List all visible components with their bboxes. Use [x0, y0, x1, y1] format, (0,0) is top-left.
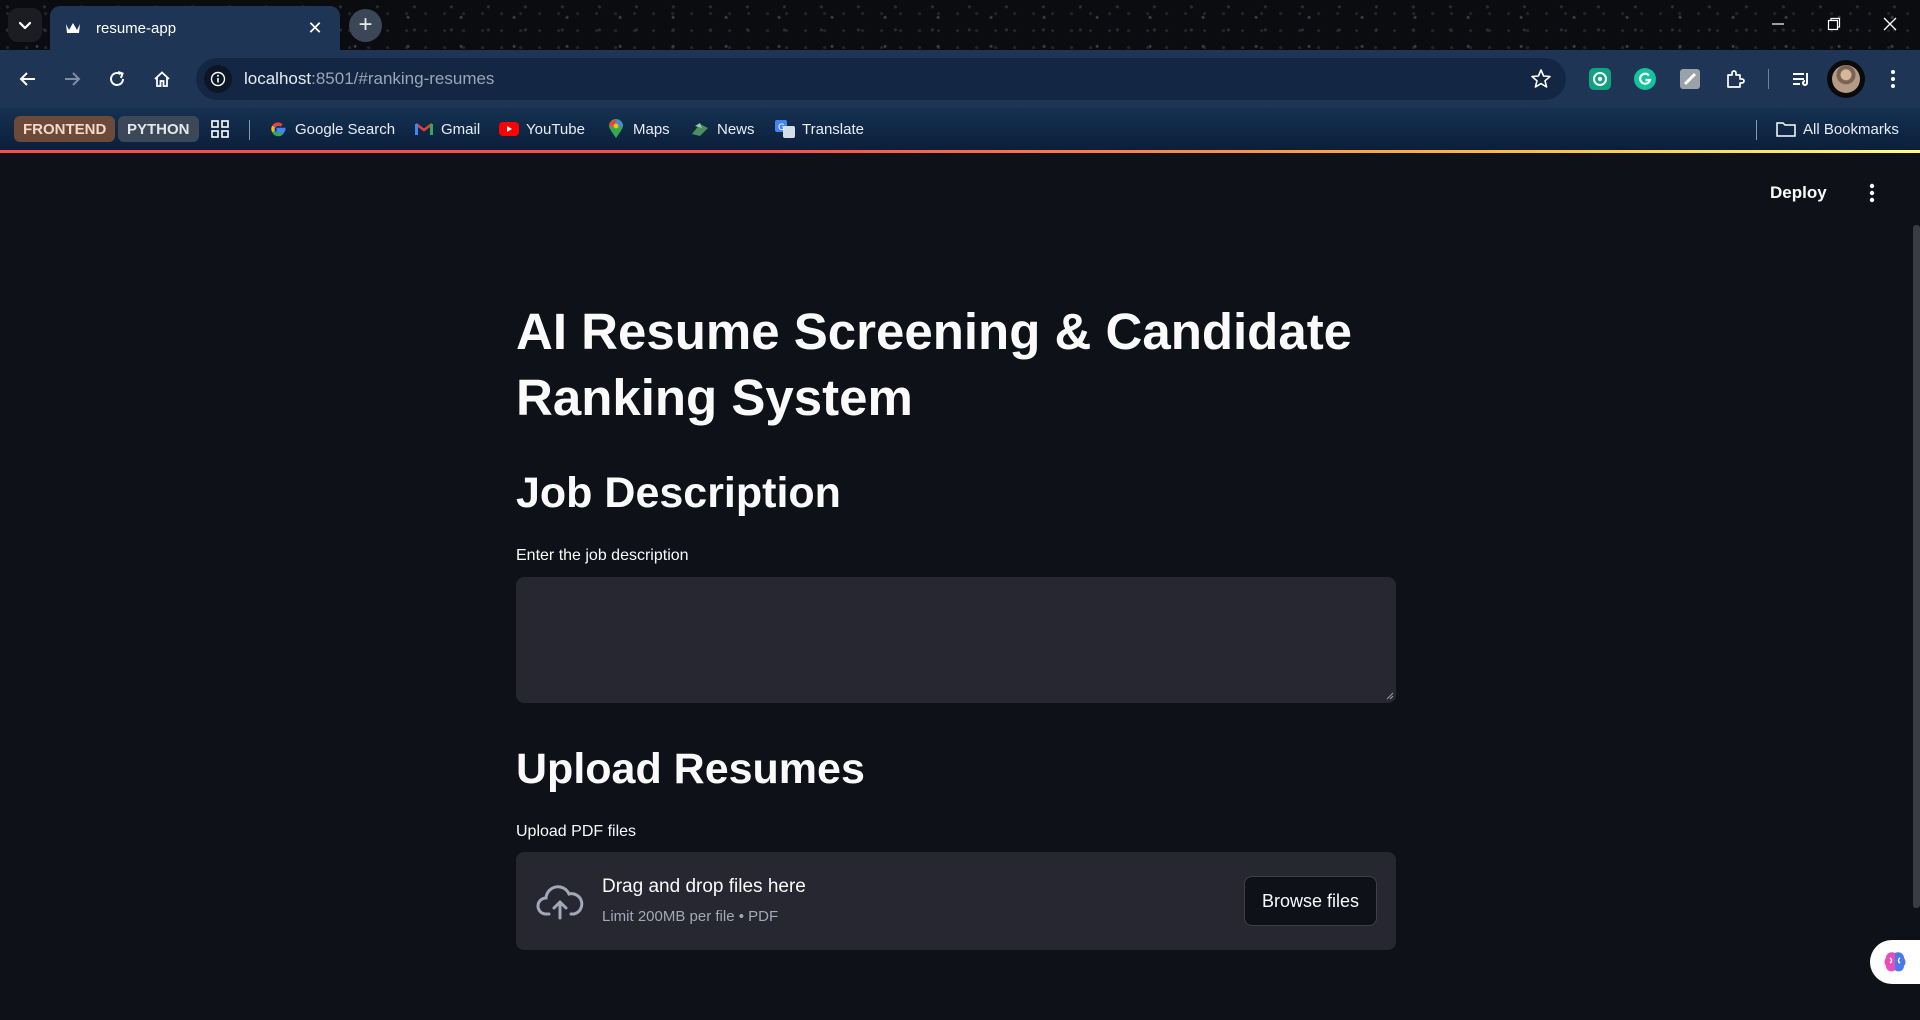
all-bookmarks-label: All Bookmarks: [1803, 120, 1899, 138]
streamlit-app: Deploy AI Resume Screening & Candidate R…: [0, 153, 1920, 1020]
svg-text:G: G: [778, 123, 785, 133]
kebab-menu-icon: [1869, 183, 1875, 203]
bookmark-label: YouTube: [526, 120, 585, 138]
dropzone-title: Drag and drop files here: [602, 876, 806, 897]
bookmark-youtube[interactable]: YouTube: [499, 116, 585, 142]
close-tab-icon[interactable]: ✕: [304, 18, 326, 39]
tab-search-button[interactable]: [8, 8, 42, 42]
bookmark-translate[interactable]: G Translate: [775, 116, 864, 142]
upload-pdf-label: Upload PDF files: [516, 823, 637, 840]
chatgpt-extension-icon[interactable]: [1585, 64, 1615, 94]
job-description-heading: Job Description: [516, 469, 841, 517]
resize-grip-icon[interactable]: [1386, 692, 1394, 700]
grammarly-extension-icon[interactable]: [1630, 64, 1660, 94]
bookmark-label: News: [717, 120, 755, 138]
brain-icon: [1884, 952, 1906, 972]
dropzone-limit-text: Limit 200MB per file • PDF: [602, 908, 779, 925]
bookmarks-bar: FRONTEND PYTHON Google Search Gmail YouT…: [0, 108, 1920, 150]
url-path: :8501/#ranking-resumes: [311, 69, 495, 88]
minimize-icon[interactable]: [1750, 0, 1806, 48]
bookmark-google-search[interactable]: Google Search: [268, 116, 395, 142]
bookmark-folder-frontend[interactable]: FRONTEND: [14, 116, 116, 142]
bookmark-divider: [249, 120, 250, 140]
home-icon: [154, 71, 170, 87]
streamlit-crown-icon: [64, 19, 82, 37]
notes-extension-icon[interactable]: [1675, 64, 1705, 94]
site-info-icon[interactable]: [204, 65, 232, 93]
bookmark-news[interactable]: News: [690, 116, 755, 142]
arrow-right-icon: [65, 72, 81, 86]
upload-resumes-heading: Upload Resumes: [516, 745, 865, 793]
profile-avatar[interactable]: [1827, 60, 1865, 98]
tab-title: resume-app: [96, 19, 177, 37]
forward-button[interactable]: [52, 59, 92, 99]
toolbar-divider: [1768, 69, 1769, 89]
bookmark-folder-python[interactable]: PYTHON: [118, 116, 199, 142]
chrome-menu-icon[interactable]: [1878, 64, 1908, 94]
all-bookmarks[interactable]: All Bookmarks: [1776, 116, 1899, 142]
bookmark-divider: [1756, 120, 1757, 140]
avatar: [1832, 65, 1860, 93]
tab-strip: resume-app ✕ +: [0, 0, 1920, 50]
bookmark-label: Gmail: [441, 120, 481, 138]
back-button[interactable]: [8, 59, 48, 99]
media-controls-icon[interactable]: [1786, 64, 1816, 94]
reload-button[interactable]: [97, 59, 137, 99]
file-dropzone[interactable]: Drag and drop files here Limit 200MB per…: [516, 852, 1396, 950]
arrow-left-icon: [19, 72, 35, 86]
close-window-icon[interactable]: [1862, 0, 1918, 48]
cloud-upload-icon: [536, 885, 584, 920]
bookmark-star-icon[interactable]: [1530, 68, 1552, 95]
youtube-icon: [499, 119, 519, 139]
main-menu-button[interactable]: [1860, 179, 1884, 207]
bookmark-label: Maps: [633, 120, 670, 138]
apps-grid-icon[interactable]: [210, 116, 230, 142]
tab-resume-app[interactable]: resume-app ✕: [50, 6, 340, 50]
browse-files-button[interactable]: Browse files: [1244, 876, 1377, 926]
url-host: localhost: [244, 69, 312, 88]
google-icon: [268, 119, 288, 139]
url-text[interactable]: localhost:8501/#ranking-resumes: [244, 69, 494, 89]
browser-toolbar: localhost:8501/#ranking-resumes: [0, 50, 1920, 108]
page-title: AI Resume Screening & Candidate Ranking …: [516, 303, 1353, 426]
bookmark-gmail[interactable]: Gmail: [414, 116, 480, 142]
address-bar[interactable]: localhost:8501/#ranking-resumes: [196, 58, 1566, 100]
news-icon: [690, 119, 710, 139]
job-description-label: Enter the job description: [516, 547, 689, 564]
reload-icon: [110, 71, 124, 86]
bookmark-maps[interactable]: Maps: [606, 116, 670, 142]
page-scrollbar[interactable]: [1913, 225, 1920, 908]
folder-icon: [1776, 119, 1796, 139]
maps-icon: [606, 119, 626, 139]
floating-assistant-button[interactable]: [1870, 940, 1920, 984]
job-description-textarea[interactable]: [516, 577, 1396, 703]
home-button[interactable]: [142, 59, 182, 99]
extensions-puzzle-icon[interactable]: [1720, 64, 1750, 94]
bookmark-label: Google Search: [295, 120, 396, 138]
gmail-icon: [414, 119, 434, 139]
new-tab-button[interactable]: +: [349, 9, 382, 42]
bookmark-label: Translate: [802, 120, 864, 138]
translate-icon: G: [775, 119, 795, 139]
deploy-button[interactable]: Deploy: [1770, 183, 1827, 203]
restore-icon[interactable]: [1806, 0, 1862, 48]
chevron-down-icon: [18, 21, 32, 30]
